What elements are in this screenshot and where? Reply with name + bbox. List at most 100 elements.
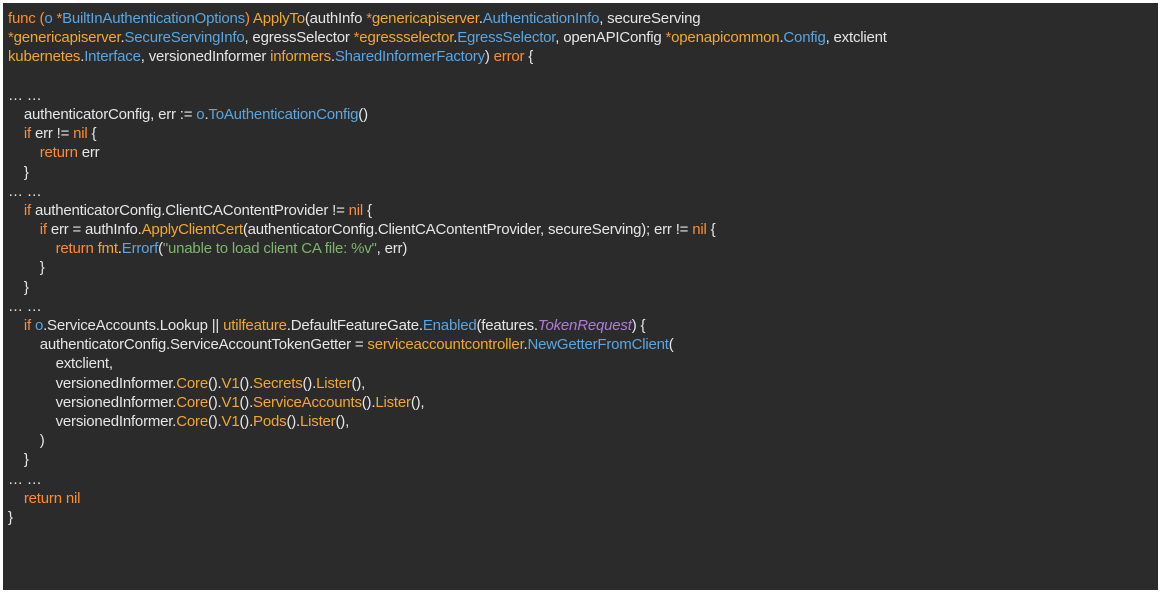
code-token: ToAuthenticationConfig xyxy=(208,105,359,123)
code-token: nil xyxy=(348,201,364,219)
code-token: V1 xyxy=(221,412,240,430)
code-token: kubernetes xyxy=(8,48,81,66)
code-token: authenticatorConfig.ClientCAContentProvi… xyxy=(34,201,349,219)
code-token: .DefaultFeatureGate. xyxy=(286,317,423,334)
code-token: V1 xyxy=(221,393,240,411)
code-line: ) xyxy=(8,431,1158,450)
code-token: SharedInformerFactory xyxy=(334,48,485,66)
code-token: , egressSelector xyxy=(244,29,354,47)
code-token: nil xyxy=(692,221,707,239)
code-token: ) xyxy=(484,48,494,66)
code-token: … … xyxy=(8,182,42,200)
code-token: genericapiserver xyxy=(371,10,479,27)
code-token: ) { xyxy=(631,317,646,334)
code-token: Errorf xyxy=(121,240,159,258)
code-token: } xyxy=(8,163,29,181)
code-token: , extclient xyxy=(825,29,887,47)
code-token: fmt xyxy=(97,240,118,258)
code-token: TokenRequest xyxy=(537,317,632,334)
code-token: } xyxy=(8,259,45,277)
code-token: if xyxy=(8,125,35,143)
code-line: } xyxy=(8,163,1158,182)
code-token: Config xyxy=(783,29,826,47)
code-token: } xyxy=(8,508,13,526)
code-token: (authenticatorConfig.ClientCAContentProv… xyxy=(242,221,693,239)
code-token: err = authInfo. xyxy=(50,221,142,239)
code-token: extclient, xyxy=(8,355,113,373)
code-token: versionedInformer. xyxy=(8,374,177,392)
code-token: AuthenticationInfo xyxy=(482,10,600,27)
code-line: if err != nil { xyxy=(8,124,1158,143)
code-token: (). xyxy=(207,374,222,392)
code-token: (). xyxy=(286,412,300,430)
code-token: , versionedInformer xyxy=(140,48,271,66)
code-token: (). xyxy=(239,412,254,430)
code-token: (), xyxy=(335,412,350,430)
code-token: (), xyxy=(410,393,425,411)
code-line: … … xyxy=(8,86,1158,105)
code-token: Enabled xyxy=(422,317,477,334)
code-token: if xyxy=(8,201,35,219)
code-line: if err = authInfo.ApplyClientCert(authen… xyxy=(8,220,1158,239)
code-token: o xyxy=(44,10,57,27)
code-token: nil xyxy=(73,125,88,143)
code-token: { xyxy=(87,125,97,143)
code-token: (authInfo xyxy=(304,10,367,27)
code-token: err xyxy=(81,144,100,162)
code-line: *genericapiserver.SecureServingInfo, egr… xyxy=(8,28,1158,47)
code-line: authenticatorConfig, err := o.ToAuthenti… xyxy=(8,105,1158,124)
code-token: , openAPIConfig xyxy=(555,29,666,47)
code-token: genericapiserver xyxy=(13,29,121,47)
code-token: err != xyxy=(34,125,74,143)
code-line: versionedInformer.Core().V1().Pods().Lis… xyxy=(8,412,1158,431)
code-token: utilfeature xyxy=(223,317,287,334)
code-line: return nil xyxy=(8,489,1158,508)
code-token: } xyxy=(8,278,29,296)
code-token: authenticatorConfig, err := xyxy=(8,105,197,123)
code-token: Pods xyxy=(253,412,287,430)
code-token: .ServiceAccounts.Lookup || xyxy=(43,317,224,334)
code-token: if xyxy=(8,317,35,334)
code-token: ( xyxy=(668,336,674,354)
code-token: Lister xyxy=(375,393,411,411)
code-token: (). xyxy=(361,393,376,411)
code-line: } xyxy=(8,450,1158,469)
code-token: (), xyxy=(351,374,366,392)
code-token: "unable to load client CA file: %v" xyxy=(162,240,377,258)
code-token: openapicommon xyxy=(671,29,780,47)
code-token: (features. xyxy=(476,317,539,334)
code-token: SecureServingInfo xyxy=(124,29,245,47)
code-line: } xyxy=(8,278,1158,297)
code-token: authenticatorConfig.ServiceAccountTokenG… xyxy=(8,336,368,354)
code-line: extclient, xyxy=(8,354,1158,373)
code-token: } xyxy=(8,451,29,469)
code-token: versionedInformer. xyxy=(8,412,177,430)
code-token: Core xyxy=(176,374,208,392)
code-token: Secrets xyxy=(253,374,303,392)
code-token: Core xyxy=(176,393,208,411)
code-token: ApplyClientCert xyxy=(141,221,243,239)
code-token: { xyxy=(524,48,534,66)
code-token: EgressSelector xyxy=(457,29,556,47)
code-token: ServiceAccounts xyxy=(253,393,362,411)
code-token: { xyxy=(363,201,372,219)
code-line: kubernetes.Interface, versionedInformer … xyxy=(8,47,1158,66)
code-token: Core xyxy=(176,412,208,430)
code-line: if o.ServiceAccounts.Lookup || utilfeatu… xyxy=(8,316,1158,335)
code-line: return fmt.Errorf("unable to load client… xyxy=(8,239,1158,258)
code-token: … … xyxy=(8,297,42,315)
code-editor: func (o *BuiltInAuthenticationOptions) A… xyxy=(3,3,1158,590)
code-token: BuiltInAuthenticationOptions xyxy=(62,10,245,27)
code-token: return xyxy=(8,489,66,507)
code-token: (). xyxy=(207,393,222,411)
code-line: versionedInformer.Core().V1().ServiceAcc… xyxy=(8,393,1158,412)
code-token: (). xyxy=(239,393,254,411)
code-token: versionedInformer. xyxy=(8,393,177,411)
code-token: (). xyxy=(302,374,317,392)
code-token: Lister xyxy=(316,374,352,392)
code-line: authenticatorConfig.ServiceAccountTokenG… xyxy=(8,335,1158,354)
code-token: return xyxy=(8,240,98,258)
code-token: ) xyxy=(244,10,253,27)
code-token: if xyxy=(8,221,51,239)
